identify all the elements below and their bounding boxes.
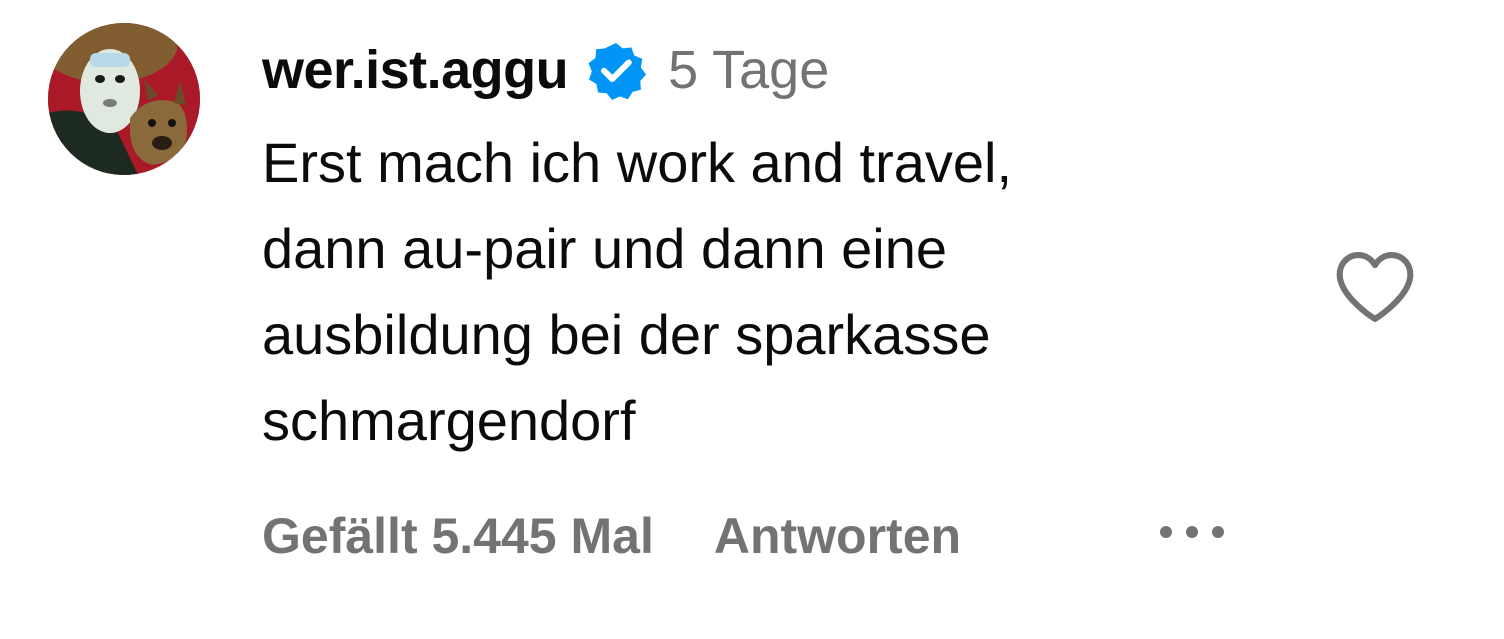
comment-footer: Gefällt 5.445 Mal Antworten	[262, 500, 961, 572]
more-options-button[interactable]	[1152, 514, 1242, 550]
heart-outline-icon	[1336, 252, 1414, 322]
likes-count[interactable]: Gefällt 5.445 Mal	[262, 507, 654, 565]
comment-text-line: Erst mach ich work and travel,	[262, 131, 1013, 194]
comment-text-line: dann au-pair und dann eine	[262, 217, 948, 280]
avatar[interactable]	[48, 23, 200, 175]
reply-button[interactable]: Antworten	[714, 507, 961, 565]
username[interactable]: wer.ist.aggu	[262, 39, 569, 101]
comment-header: wer.ist.aggu 5 Tage	[262, 34, 829, 106]
comment-text-line: ausbildung bei der sparkasse	[262, 303, 991, 366]
comment-text-line: schmargendorf	[262, 389, 636, 452]
avatar-image	[48, 23, 200, 175]
more-options-icon	[1160, 526, 1224, 538]
like-button[interactable]	[1334, 250, 1416, 324]
comment-text: Erst mach ich work and travel, dann au-p…	[262, 120, 1262, 464]
timestamp: 5 Tage	[668, 40, 830, 100]
verified-badge-icon	[586, 40, 647, 100]
comment: wer.ist.aggu 5 Tage Erst mach ich work a…	[0, 0, 1504, 639]
